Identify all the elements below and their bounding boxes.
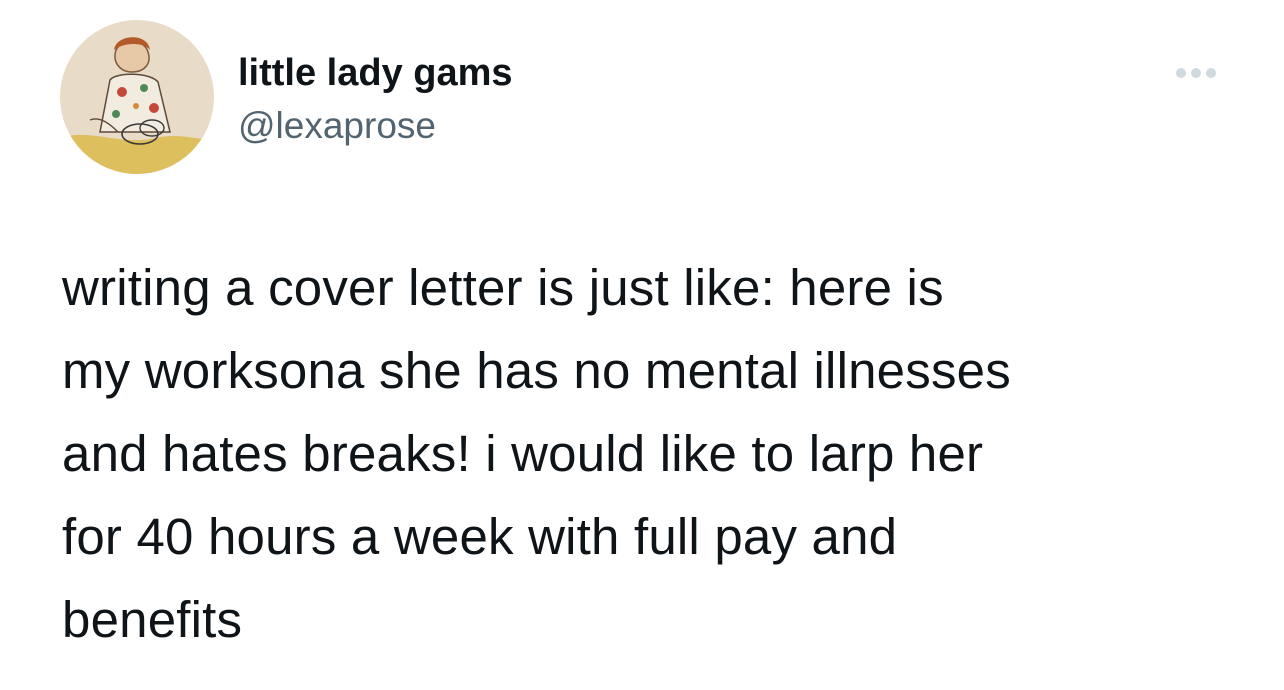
tweet-text-line: for 40 hours a week with full pay and bbox=[62, 508, 898, 565]
tweet-text: writing a cover letter is just like: her… bbox=[62, 246, 1242, 661]
tweet-text-line: my worksona she has no mental illnesses bbox=[62, 342, 1011, 399]
author-display-name[interactable]: little lady gams bbox=[238, 50, 513, 96]
more-options-button[interactable] bbox=[1168, 56, 1224, 90]
tweet-text-line: writing a cover letter is just like: her… bbox=[62, 259, 944, 316]
tweet-card: little lady gams @lexaprose writing a co… bbox=[0, 0, 1284, 690]
author-handle[interactable]: @lexaprose bbox=[238, 104, 436, 148]
tweet-text-line: benefits bbox=[62, 591, 243, 648]
tweet-text-line: and hates breaks! i would like to larp h… bbox=[62, 425, 984, 482]
avatar-drawing-icon bbox=[60, 20, 214, 174]
more-options-icon bbox=[1176, 68, 1216, 78]
profile-avatar[interactable] bbox=[60, 20, 214, 174]
